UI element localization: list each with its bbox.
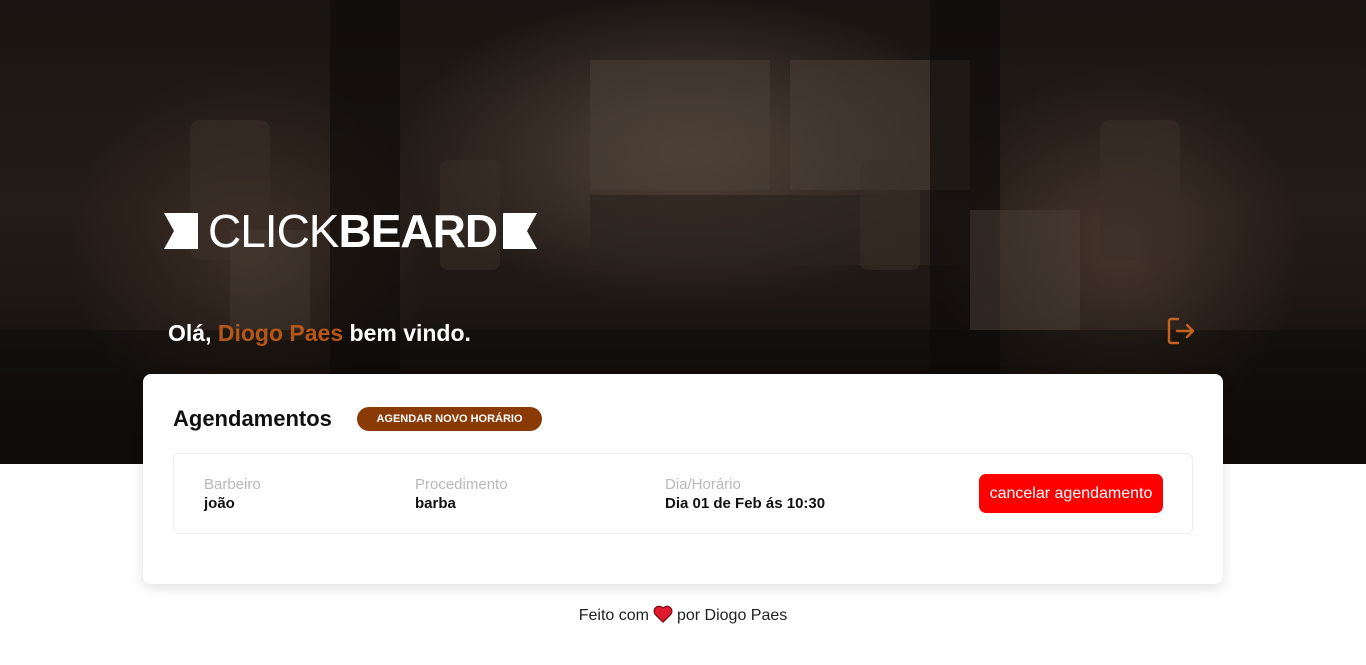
procedure-value: barba <box>415 495 456 512</box>
greeting-prefix: Olá, <box>168 320 218 346</box>
user-name: Diogo Paes <box>217 320 344 346</box>
barber-label: Barbeiro <box>204 476 261 493</box>
schedule-new-button[interactable]: AGENDAR NOVO HORÁRIO <box>357 407 542 431</box>
flag-left-icon <box>164 213 198 249</box>
datetime-value: Dia 01 de Feb ás 10:30 <box>665 495 826 512</box>
appointments-title: Agendamentos <box>173 406 332 431</box>
appointments-card: Agendamentos AGENDAR NOVO HORÁRIO Barbei… <box>143 374 1223 584</box>
appointment-row: Barbeiro joão Procedimento barba Dia/Hor… <box>173 453 1193 534</box>
heart-icon <box>653 605 673 623</box>
barber-field: Barbeiro joão <box>204 476 261 514</box>
datetime-field: Dia/Horário Dia 01 de Feb ás 10:30 <box>665 476 825 514</box>
procedure-field: Procedimento barba <box>415 476 508 514</box>
logo-text: CLICKBEARD <box>208 205 498 257</box>
flag-right-icon <box>503 213 538 249</box>
greeting-suffix: bem vindo. <box>343 320 471 346</box>
welcome-message: Olá, Diogo Paes bem vindo. <box>168 320 471 347</box>
clickbeard-logo: CLICKBEARD <box>164 205 538 257</box>
datetime-label: Dia/Horário <box>665 476 741 493</box>
cancel-appointment-button[interactable]: cancelar agendamento <box>979 474 1163 513</box>
footer-text-before: Feito com <box>578 607 649 624</box>
barber-value: joão <box>204 495 235 512</box>
logo-text-bold: BEARD <box>338 205 498 257</box>
footer: Feito com por Diogo Paes <box>0 605 1366 625</box>
logout-icon <box>1167 317 1195 345</box>
footer-text-after: por Diogo Paes <box>676 607 788 624</box>
logo-text-light: CLICK <box>208 205 339 257</box>
logout-button[interactable] <box>1166 316 1196 346</box>
procedure-label: Procedimento <box>415 476 508 493</box>
